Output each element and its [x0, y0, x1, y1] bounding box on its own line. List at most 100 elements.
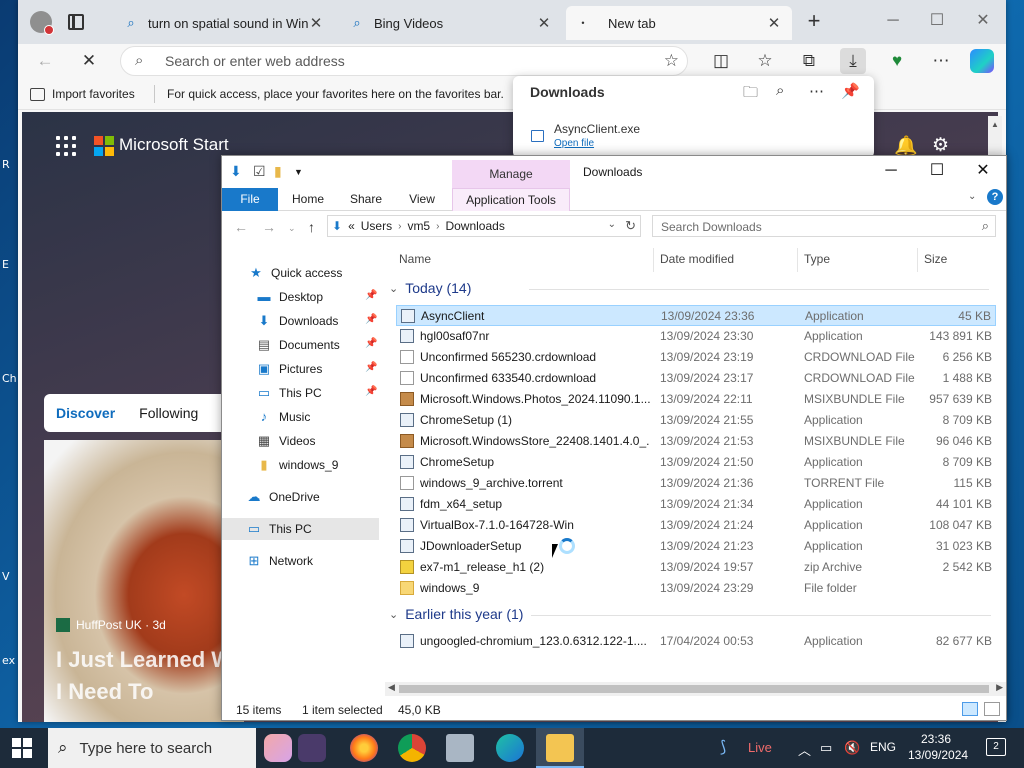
file-row[interactable]: ex7-m1_release_h1 (2) 13/09/2024 19:57 zip… [396, 557, 996, 578]
scroll-thumb[interactable] [399, 685, 989, 693]
pin-icon[interactable]: 📌 [365, 386, 377, 397]
new-folder-icon[interactable]: ▮ [274, 163, 282, 180]
clock[interactable]: 23:36 13/09/2024 [908, 731, 968, 763]
file-row[interactable]: ChromeSetup (1) 13/09/2024 21:55 Applicati… [396, 410, 996, 431]
app-launcher-icon[interactable] [56, 136, 76, 156]
desktop-icon-label[interactable]: E [2, 258, 9, 271]
nav-downloads[interactable]: ⬇ Downloads 📌 [256, 310, 413, 332]
import-favorites-button[interactable]: Import favorites [30, 87, 135, 101]
copilot-icon[interactable] [970, 49, 994, 73]
nav-this-pc[interactable]: ▭ This PC [222, 518, 379, 540]
file-row[interactable]: Microsoft.WindowsStore_22408.1401.4.0_..… [396, 431, 996, 452]
address-bar[interactable]: ⌕ ☆ [120, 46, 688, 76]
column-divider[interactable] [917, 248, 918, 272]
live-wallpaper-icon[interactable]: ⟆ [720, 737, 726, 757]
address-input[interactable] [165, 51, 645, 71]
tab-following[interactable]: Following [127, 405, 210, 421]
pin-icon[interactable]: 📌 [841, 82, 860, 100]
notifications-icon[interactable]: 2 [986, 738, 1006, 756]
news-card[interactable]: HuffPost UK · 3d I Just Learned W I Need… [44, 440, 244, 722]
file-row[interactable]: Unconfirmed 633540.crdownload 13/09/2024 … [396, 368, 996, 389]
chrome-icon[interactable] [398, 734, 426, 762]
page-settings-icon[interactable]: ⚙ [932, 134, 949, 157]
nav-windows-9[interactable]: ▮ windows_9 [256, 454, 413, 476]
new-tab-button[interactable]: + [802, 10, 826, 34]
file-row[interactable]: fdm_x64_setup 13/09/2024 21:34 Application… [396, 494, 996, 515]
edge-icon[interactable] [496, 734, 524, 762]
tab-home[interactable]: Home [286, 188, 330, 211]
nav-quick-access[interactable]: ★ Quick access [248, 262, 405, 284]
close-window-icon[interactable]: ✕ [970, 160, 996, 184]
browser-tab[interactable]: ⌕ turn on spatial sound in Windo ✕ [114, 6, 334, 40]
up-folder-icon[interactable]: ↑ [308, 219, 315, 235]
nav-this-pc-pinned[interactable]: ▭ This PC 📌 [256, 382, 413, 404]
customize-qat-icon[interactable]: ▼ [294, 167, 303, 177]
desktop-icon-label[interactable]: R [2, 158, 10, 171]
column-divider[interactable] [653, 248, 654, 272]
downloads-icon[interactable]: ⤓ [840, 48, 866, 74]
help-icon[interactable]: ? [987, 189, 1003, 205]
collections-icon[interactable]: ⧉ [796, 48, 822, 74]
maximize-icon[interactable]: ☐ [924, 160, 950, 184]
tab-actions-icon[interactable] [68, 14, 84, 30]
chevron-down-icon[interactable]: ⌄ [608, 219, 616, 230]
details-view-icon[interactable] [962, 702, 978, 716]
close-tab-icon[interactable]: ✕ [308, 14, 324, 32]
firefox-icon[interactable] [350, 734, 378, 762]
breadcrumb-vm5[interactable]: vm5 [407, 219, 430, 233]
top-hat-icon[interactable] [298, 734, 326, 762]
taskbar-search[interactable]: ⌕ Type here to search [48, 728, 256, 768]
refresh-icon[interactable]: ↻ [625, 218, 636, 234]
column-type[interactable]: Type [804, 252, 830, 266]
tab-share[interactable]: Share [344, 188, 388, 211]
search-input[interactable] [661, 219, 961, 234]
tab-application-tools[interactable]: Application Tools [452, 188, 570, 211]
maximize-icon[interactable]: ☐ [924, 10, 950, 34]
chevron-right-icon[interactable]: › [436, 221, 439, 232]
download-file-name[interactable]: AsyncClient.exe [554, 122, 640, 136]
tab-discover[interactable]: Discover [44, 405, 127, 421]
pin-icon[interactable]: 📌 [365, 362, 377, 373]
search-box[interactable]: ⌕ [652, 215, 996, 237]
minimize-icon[interactable]: ─ [880, 10, 906, 34]
volume-muted-icon[interactable]: 🔇 [844, 740, 860, 756]
search-highlight-icon[interactable] [264, 734, 292, 762]
file-row[interactable]: windows_9_archive.torrent 13/09/2024 21:3… [396, 473, 996, 494]
manage-contextual-tab[interactable]: Manage [452, 160, 570, 188]
close-tab-icon[interactable]: ✕ [766, 14, 782, 32]
chevron-up-icon[interactable]: ︿ [798, 740, 811, 759]
nav-videos[interactable]: ▦ Videos [256, 430, 413, 452]
file-row[interactable]: ungoogled-chromium_123.0.6312.122-1.... 1… [396, 631, 996, 652]
horizontal-scrollbar[interactable]: ◀ ▶ [385, 682, 1006, 696]
more-options-icon[interactable]: ⋯ [809, 82, 824, 100]
column-name[interactable]: Name [399, 252, 431, 266]
back-icon[interactable]: ← [32, 48, 58, 74]
search-icon[interactable]: ⌕ [776, 82, 784, 99]
file-row[interactable]: VirtualBox-7.1.0-164728-Win 13/09/2024 21… [396, 515, 996, 536]
nav-network[interactable]: ⊞ Network [246, 550, 403, 572]
desktop-icon-label[interactable]: ex [2, 654, 15, 667]
open-file-link[interactable]: Open file [554, 138, 594, 149]
browser-tab-active[interactable]: • New tab ✕ [566, 6, 792, 40]
expand-ribbon-icon[interactable]: ⌄ [968, 191, 976, 202]
open-folder-icon[interactable]: 🗀 [743, 82, 758, 107]
file-explorer-icon[interactable] [536, 734, 584, 768]
tab-view[interactable]: View [400, 188, 444, 211]
back-icon[interactable]: ← [234, 219, 248, 235]
file-row[interactable]: Microsoft.Windows.Photos_2024.11090.1...… [396, 389, 996, 410]
column-date-modified[interactable]: Date modified [660, 252, 734, 266]
brand-title[interactable]: Microsoft Start [119, 135, 229, 155]
profile-avatar[interactable] [30, 11, 54, 35]
chevron-down-icon[interactable]: ⌄ [389, 282, 398, 295]
favorites-icon[interactable]: ☆ [752, 48, 778, 74]
desktop-icon-label[interactable]: Ch [2, 372, 17, 385]
nav-music[interactable]: ♪ Music [256, 406, 413, 428]
pin-icon[interactable]: 📌 [365, 290, 377, 301]
file-row[interactable]: JDownloaderSetup 13/09/2024 21:23 Applicat… [396, 536, 996, 557]
input-language[interactable]: ENG [870, 740, 896, 754]
column-size[interactable]: Size [924, 252, 947, 266]
scroll-right-icon[interactable]: ▶ [996, 682, 1003, 693]
browser-tab[interactable]: ⌕ Bing Videos ✕ [340, 6, 562, 40]
nav-pictures[interactable]: ▣ Pictures 📌 [256, 358, 413, 380]
settings-more-icon[interactable]: ⋯ [928, 48, 954, 74]
